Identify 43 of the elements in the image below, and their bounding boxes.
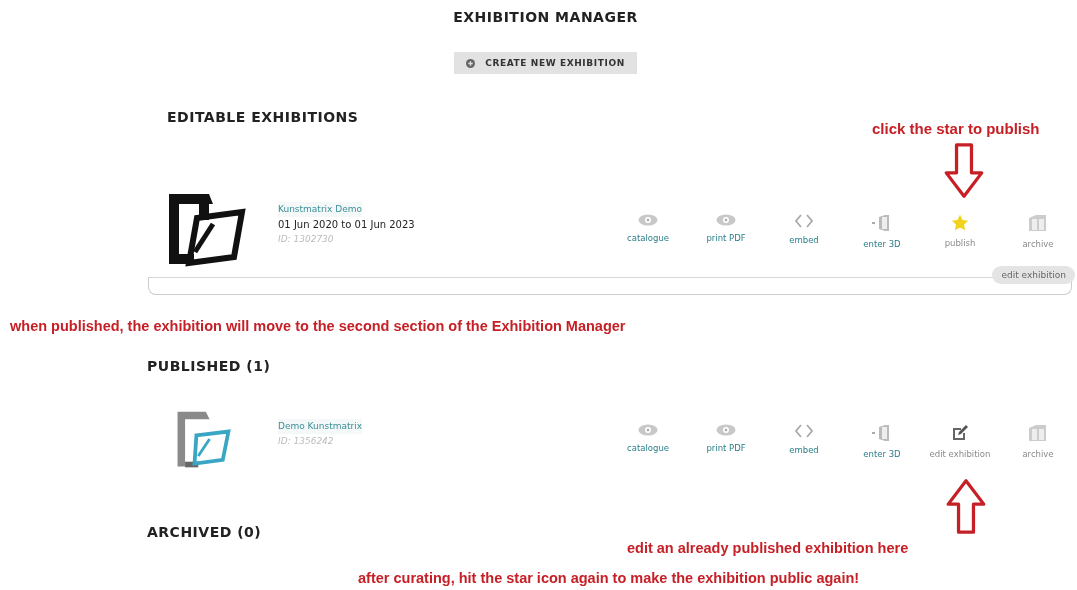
up-arrow-icon	[944, 478, 988, 534]
logo-icon	[167, 192, 247, 267]
eye-icon[interactable]	[638, 214, 658, 226]
code-icon[interactable]	[795, 424, 813, 438]
action-label[interactable]: catalogue	[627, 443, 669, 453]
annotation-text: edit an already published exhibition here	[627, 540, 909, 556]
create-exhibition-button[interactable]: CREATE NEW EXHIBITION	[454, 52, 637, 74]
eye-icon[interactable]	[716, 214, 736, 226]
annotation-text: click the star to publish	[872, 120, 1040, 137]
exhibition-id: ID: 1356242	[278, 435, 334, 448]
action-label[interactable]: catalogue	[627, 233, 669, 243]
door-icon[interactable]	[872, 214, 892, 232]
section-heading: PUBLISHED (1)	[147, 358, 272, 374]
action-label[interactable]: archive	[1022, 449, 1054, 459]
archive-icon[interactable]	[1028, 424, 1048, 442]
edit-exhibition-button[interactable]: edit exhibition	[992, 266, 1075, 284]
annotation-text: when published, the exhibition will move to the second section of the Exhibition Manager	[10, 318, 626, 334]
exhibition-dates: 01 Jun 2020 to 01 Jun 2023	[278, 218, 415, 232]
plus-circle-icon	[466, 58, 476, 68]
eye-icon[interactable]	[716, 424, 736, 436]
down-arrow-icon	[942, 143, 986, 199]
code-icon[interactable]	[795, 214, 813, 228]
page-title: EXHIBITION MANAGER	[452, 8, 639, 25]
door-icon[interactable]	[872, 424, 892, 442]
action-label[interactable]: enter 3D	[863, 239, 901, 249]
section-heading: EDITABLE EXHIBITIONS	[167, 109, 360, 125]
action-label[interactable]: embed	[789, 445, 819, 455]
action-label[interactable]: print PDF	[706, 233, 746, 243]
exhibition-id: ID: 1302730	[278, 233, 334, 246]
action-label[interactable]: edit exhibition	[929, 449, 991, 459]
star-icon[interactable]	[951, 214, 969, 231]
edit-icon[interactable]	[951, 424, 969, 442]
action-label[interactable]: enter 3D	[863, 449, 901, 459]
eye-icon[interactable]	[638, 424, 658, 436]
archive-icon[interactable]	[1028, 214, 1048, 232]
annotation-text: after curating, hit the star icon again to make the exhibition public again!	[358, 570, 860, 586]
action-label[interactable]: archive	[1022, 239, 1054, 249]
action-label[interactable]: print PDF	[706, 443, 746, 453]
action-label[interactable]: publish	[944, 238, 976, 248]
exhibition-name[interactable]: Demo Kunstmatrix	[278, 419, 363, 434]
exhibition-name[interactable]: Kunstmatrix Demo	[278, 202, 363, 217]
action-label[interactable]: embed	[789, 235, 819, 245]
section-heading: ARCHIVED (0)	[147, 524, 263, 540]
